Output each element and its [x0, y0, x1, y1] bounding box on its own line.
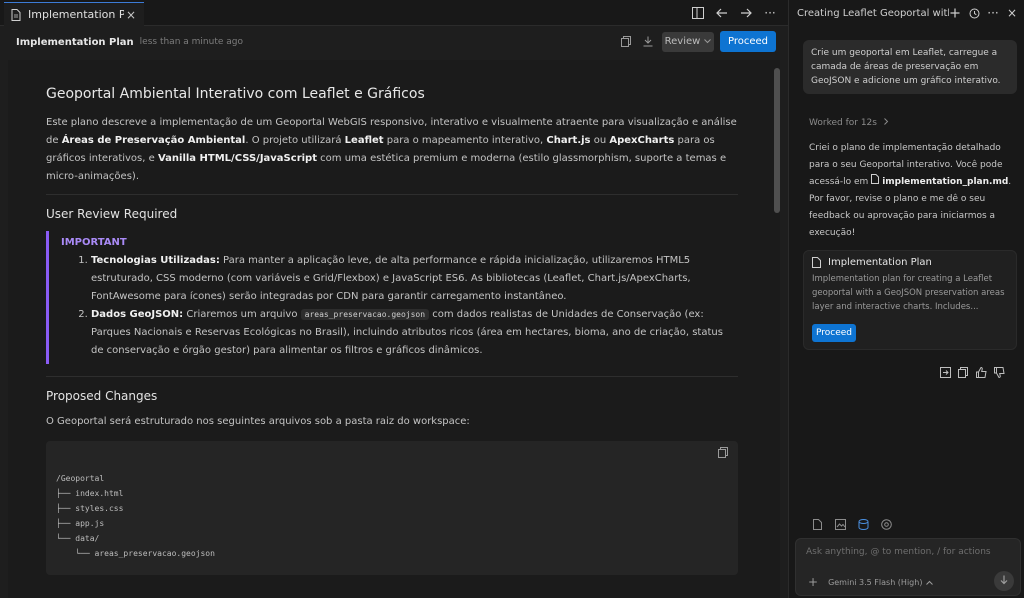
tab-label: Implementation Plan	[28, 8, 124, 21]
card-title: Implementation Plan	[828, 257, 932, 268]
close-icon[interactable]: ×	[1006, 6, 1018, 20]
scrollbar[interactable]	[774, 68, 780, 213]
review-label: Review	[664, 36, 701, 47]
divider	[46, 376, 738, 377]
worked-duration[interactable]: Worked for 12s	[809, 118, 889, 128]
tab-bar: Implementation Plan × ···	[0, 0, 788, 26]
copy-icon[interactable]	[618, 34, 634, 50]
plan-card[interactable]: Implementation Plan Implementation plan …	[803, 250, 1017, 350]
code-line: └── data/	[56, 534, 100, 543]
file-icon	[812, 257, 824, 268]
copy-icon[interactable]	[718, 447, 730, 459]
review-button[interactable]: Review	[661, 31, 714, 52]
chat-header: Creating Leaflet Geoportal with C ··· ×	[789, 0, 1024, 26]
editor-area: Implementation Plan × ··· Implementation…	[0, 0, 788, 598]
list-item: Tecnologias Utilizadas: Para manter a ap…	[91, 252, 738, 306]
doc-header: Implementation Plan less than a minute a…	[0, 27, 788, 57]
chat-panel: Creating Leaflet Geoportal with C ··· × …	[788, 0, 1024, 598]
database-icon[interactable]	[857, 518, 869, 530]
changes-heading: Proposed Changes	[46, 389, 158, 403]
divider	[46, 194, 738, 195]
list-item: Dados GeoJSON: Criaremos um arquivo area…	[91, 306, 738, 360]
more-icon[interactable]: ···	[987, 6, 999, 20]
intro-paragraph: Este plano descreve a implementação de u…	[46, 117, 737, 182]
code-line: ├── index.html	[56, 489, 124, 498]
add-context-button[interactable]: +	[808, 575, 818, 589]
more-icon[interactable]: ···	[762, 5, 778, 21]
chat-composer: + Gemini 3.5 Flash (High)	[795, 538, 1021, 596]
code-block: /Geoportal ├── index.html ├── styles.css…	[46, 441, 738, 575]
review-heading: User Review Required	[46, 207, 178, 221]
card-proceed-button[interactable]: Proceed	[812, 324, 856, 342]
chat-title: Creating Leaflet Geoportal with C	[797, 7, 949, 19]
code-line: └── areas_preservacao.geojson	[56, 549, 215, 558]
model-selector[interactable]: Gemini 3.5 Flash (High)	[828, 577, 934, 587]
review-list: Tecnologias Utilizadas: Para manter a ap…	[61, 252, 738, 360]
document-icon[interactable]	[811, 518, 823, 530]
split-editor-icon[interactable]	[690, 5, 706, 21]
important-label: IMPORTANT	[61, 237, 127, 248]
user-message: Crie um geoportal em Leaflet, carregue a…	[803, 40, 1017, 94]
plus-icon[interactable]	[949, 7, 961, 19]
proceed-button[interactable]: Proceed	[719, 31, 776, 52]
copy-icon[interactable]	[957, 366, 969, 378]
doc-timestamp: less than a minute ago	[139, 37, 243, 47]
doc-heading: Geoportal Ambiental Interativo com Leafl…	[46, 86, 425, 102]
send-button[interactable]	[994, 571, 1014, 591]
chevron-right-icon	[883, 118, 889, 128]
plan-document: Geoportal Ambiental Interativo com Leafl…	[8, 60, 780, 598]
code-line: /Geoportal	[56, 474, 105, 483]
code-line: ├── styles.css	[56, 504, 124, 513]
inline-code: areas_preservacao.geojson	[300, 309, 430, 320]
chat-input[interactable]	[806, 547, 1006, 557]
thumbs-down-icon[interactable]	[993, 366, 1005, 378]
arrow-right-icon[interactable]	[738, 5, 754, 21]
chrome-icon[interactable]	[880, 518, 892, 530]
changes-paragraph: O Geoportal será estruturado nos seguint…	[46, 416, 470, 427]
model-label: Gemini 3.5 Flash (High)	[828, 577, 923, 587]
feedback-actions	[939, 366, 1005, 378]
important-alert: IMPORTANT Tecnologias Utilizadas: Para m…	[46, 231, 738, 364]
close-icon[interactable]: ×	[124, 8, 138, 22]
file-icon	[10, 8, 22, 21]
file-link[interactable]: implementation_plan.md	[882, 177, 1008, 187]
download-icon[interactable]	[640, 34, 656, 50]
file-icon	[871, 174, 880, 191]
goto-icon[interactable]	[939, 366, 951, 378]
composer-tools	[811, 518, 892, 530]
tab-implementation-plan[interactable]: Implementation Plan ×	[4, 2, 144, 26]
chevron-down-icon	[704, 36, 712, 47]
image-icon[interactable]	[834, 518, 846, 530]
arrow-down-icon	[1000, 575, 1008, 588]
thumbs-up-icon[interactable]	[975, 366, 987, 378]
arrow-left-icon[interactable]	[714, 5, 730, 21]
history-icon[interactable]	[968, 7, 980, 19]
doc-title: Implementation Plan	[16, 36, 134, 48]
chevron-up-icon	[926, 578, 934, 587]
assistant-reply: Criei o plano de implementação detalhado…	[809, 143, 1012, 238]
code-line: ├── app.js	[56, 519, 105, 528]
card-description: Implementation plan for creating a Leafl…	[812, 274, 1005, 312]
